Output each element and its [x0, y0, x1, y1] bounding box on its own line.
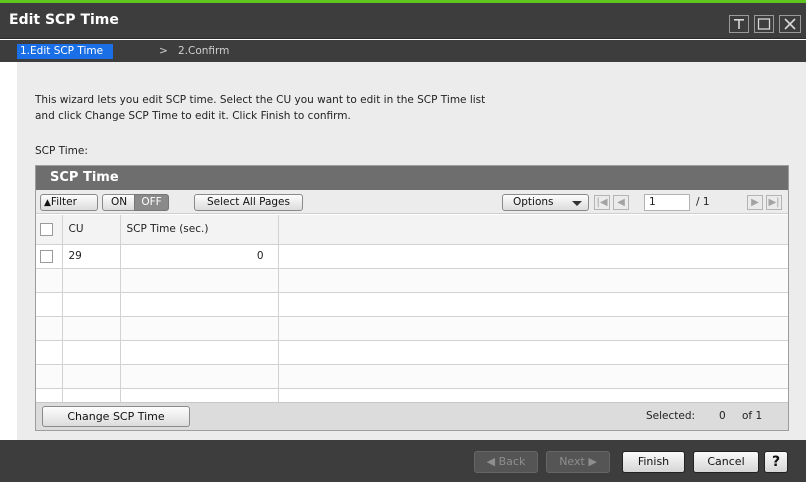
select-all-pages-button[interactable]: Select All Pages [194, 194, 303, 211]
selected-count: 0 [719, 410, 726, 422]
back-label: Back [498, 455, 526, 468]
options-dropdown[interactable]: Options [502, 194, 589, 211]
maximize-button[interactable] [754, 15, 774, 33]
scp-time-panel: SCP Time ▲Filter ON OFF Select All Pages… [35, 165, 789, 431]
scp-time-table: CU SCP Time (sec.) 29 0 [36, 215, 788, 402]
previous-page-button[interactable]: ◀ [613, 195, 629, 210]
empty-row [36, 388, 788, 402]
column-header-cu[interactable]: CU [62, 215, 121, 245]
wizard-step-edit: 1.Edit SCP Time [17, 44, 114, 59]
panel-header: SCP Time [36, 166, 788, 190]
empty-row [36, 292, 788, 317]
description-line-2: and click Change SCP Time to edit it. Cl… [35, 110, 351, 122]
pin-icon [730, 16, 748, 32]
page-total: / 1 [696, 196, 710, 208]
description-line-1: This wizard lets you edit SCP time. Sele… [35, 94, 486, 106]
column-header-scp-time[interactable]: SCP Time (sec.) [120, 215, 279, 245]
wizard-description: This wizard lets you edit SCP time. Sele… [35, 92, 715, 124]
next-button[interactable]: Next ▶ [546, 451, 610, 473]
empty-row [36, 316, 788, 341]
window-title: Edit SCP Time [9, 12, 119, 28]
finish-button[interactable]: Finish [622, 451, 685, 473]
panel-footer: Change SCP Time Selected: 0 of 1 [36, 402, 788, 430]
help-icon: ? [771, 454, 781, 470]
wizard-step-confirm: 2.Confirm [178, 45, 230, 57]
close-button[interactable] [779, 15, 801, 33]
cancel-button[interactable]: Cancel [693, 451, 759, 473]
last-page-icon: ▶| [768, 197, 780, 208]
maximize-icon [755, 16, 773, 32]
table-header-row: CU SCP Time (sec.) [36, 215, 788, 245]
back-button[interactable]: ◀ Back [474, 451, 538, 473]
first-page-icon: |◀ [596, 197, 608, 208]
wizard-footer: ◀ Back Next ▶ Finish Cancel ? [0, 440, 806, 482]
scp-time-section-label: SCP Time: [35, 145, 88, 157]
empty-row [36, 340, 788, 365]
first-page-button[interactable]: |◀ [594, 195, 610, 210]
filter-button[interactable]: ▲Filter [40, 194, 98, 211]
select-all-checkbox[interactable] [40, 222, 53, 236]
pin-button[interactable] [729, 15, 749, 33]
next-arrow-icon: ▶ [588, 455, 597, 468]
empty-row [36, 364, 788, 389]
next-page-button[interactable]: ▶ [747, 195, 763, 210]
next-label: Next [559, 455, 585, 468]
filter-on-toggle[interactable]: ON [102, 194, 135, 211]
selected-total: of 1 [742, 410, 763, 422]
select-all-checkbox-cell [36, 215, 63, 245]
panel-title: SCP Time [50, 170, 119, 185]
column-header-filler [278, 215, 788, 245]
row-checkbox[interactable] [40, 249, 53, 263]
selected-label: Selected: [646, 410, 696, 422]
last-page-button[interactable]: ▶| [766, 195, 782, 210]
filter-label: Filter [50, 196, 77, 208]
cell-filler [278, 244, 788, 269]
wizard-step-separator: > [159, 45, 168, 57]
cell-scp-time: 0 [120, 244, 279, 269]
table-toolbar: ▲Filter ON OFF Select All Pages Options … [36, 190, 788, 214]
help-button[interactable]: ? [764, 451, 788, 473]
table-row[interactable]: 29 0 [36, 244, 788, 269]
filter-off-toggle[interactable]: OFF [134, 194, 169, 211]
page-number-input[interactable]: 1 [644, 194, 690, 211]
back-arrow-icon: ◀ [486, 455, 496, 468]
options-label: Options [513, 196, 554, 208]
empty-row [36, 268, 788, 293]
collapse-up-icon: ▲ [44, 198, 51, 208]
cell-cu: 29 [62, 244, 121, 269]
row-checkbox-cell [36, 244, 63, 269]
window-title-bar: Edit SCP Time [0, 3, 806, 39]
next-page-icon: ▶ [751, 197, 759, 208]
chevron-down-icon [572, 201, 582, 206]
change-scp-time-button[interactable]: Change SCP Time [42, 406, 190, 427]
wizard-steps-bar: 1.Edit SCP Time > 2.Confirm [0, 40, 806, 62]
close-icon [780, 16, 800, 32]
previous-page-icon: ◀ [617, 197, 625, 208]
